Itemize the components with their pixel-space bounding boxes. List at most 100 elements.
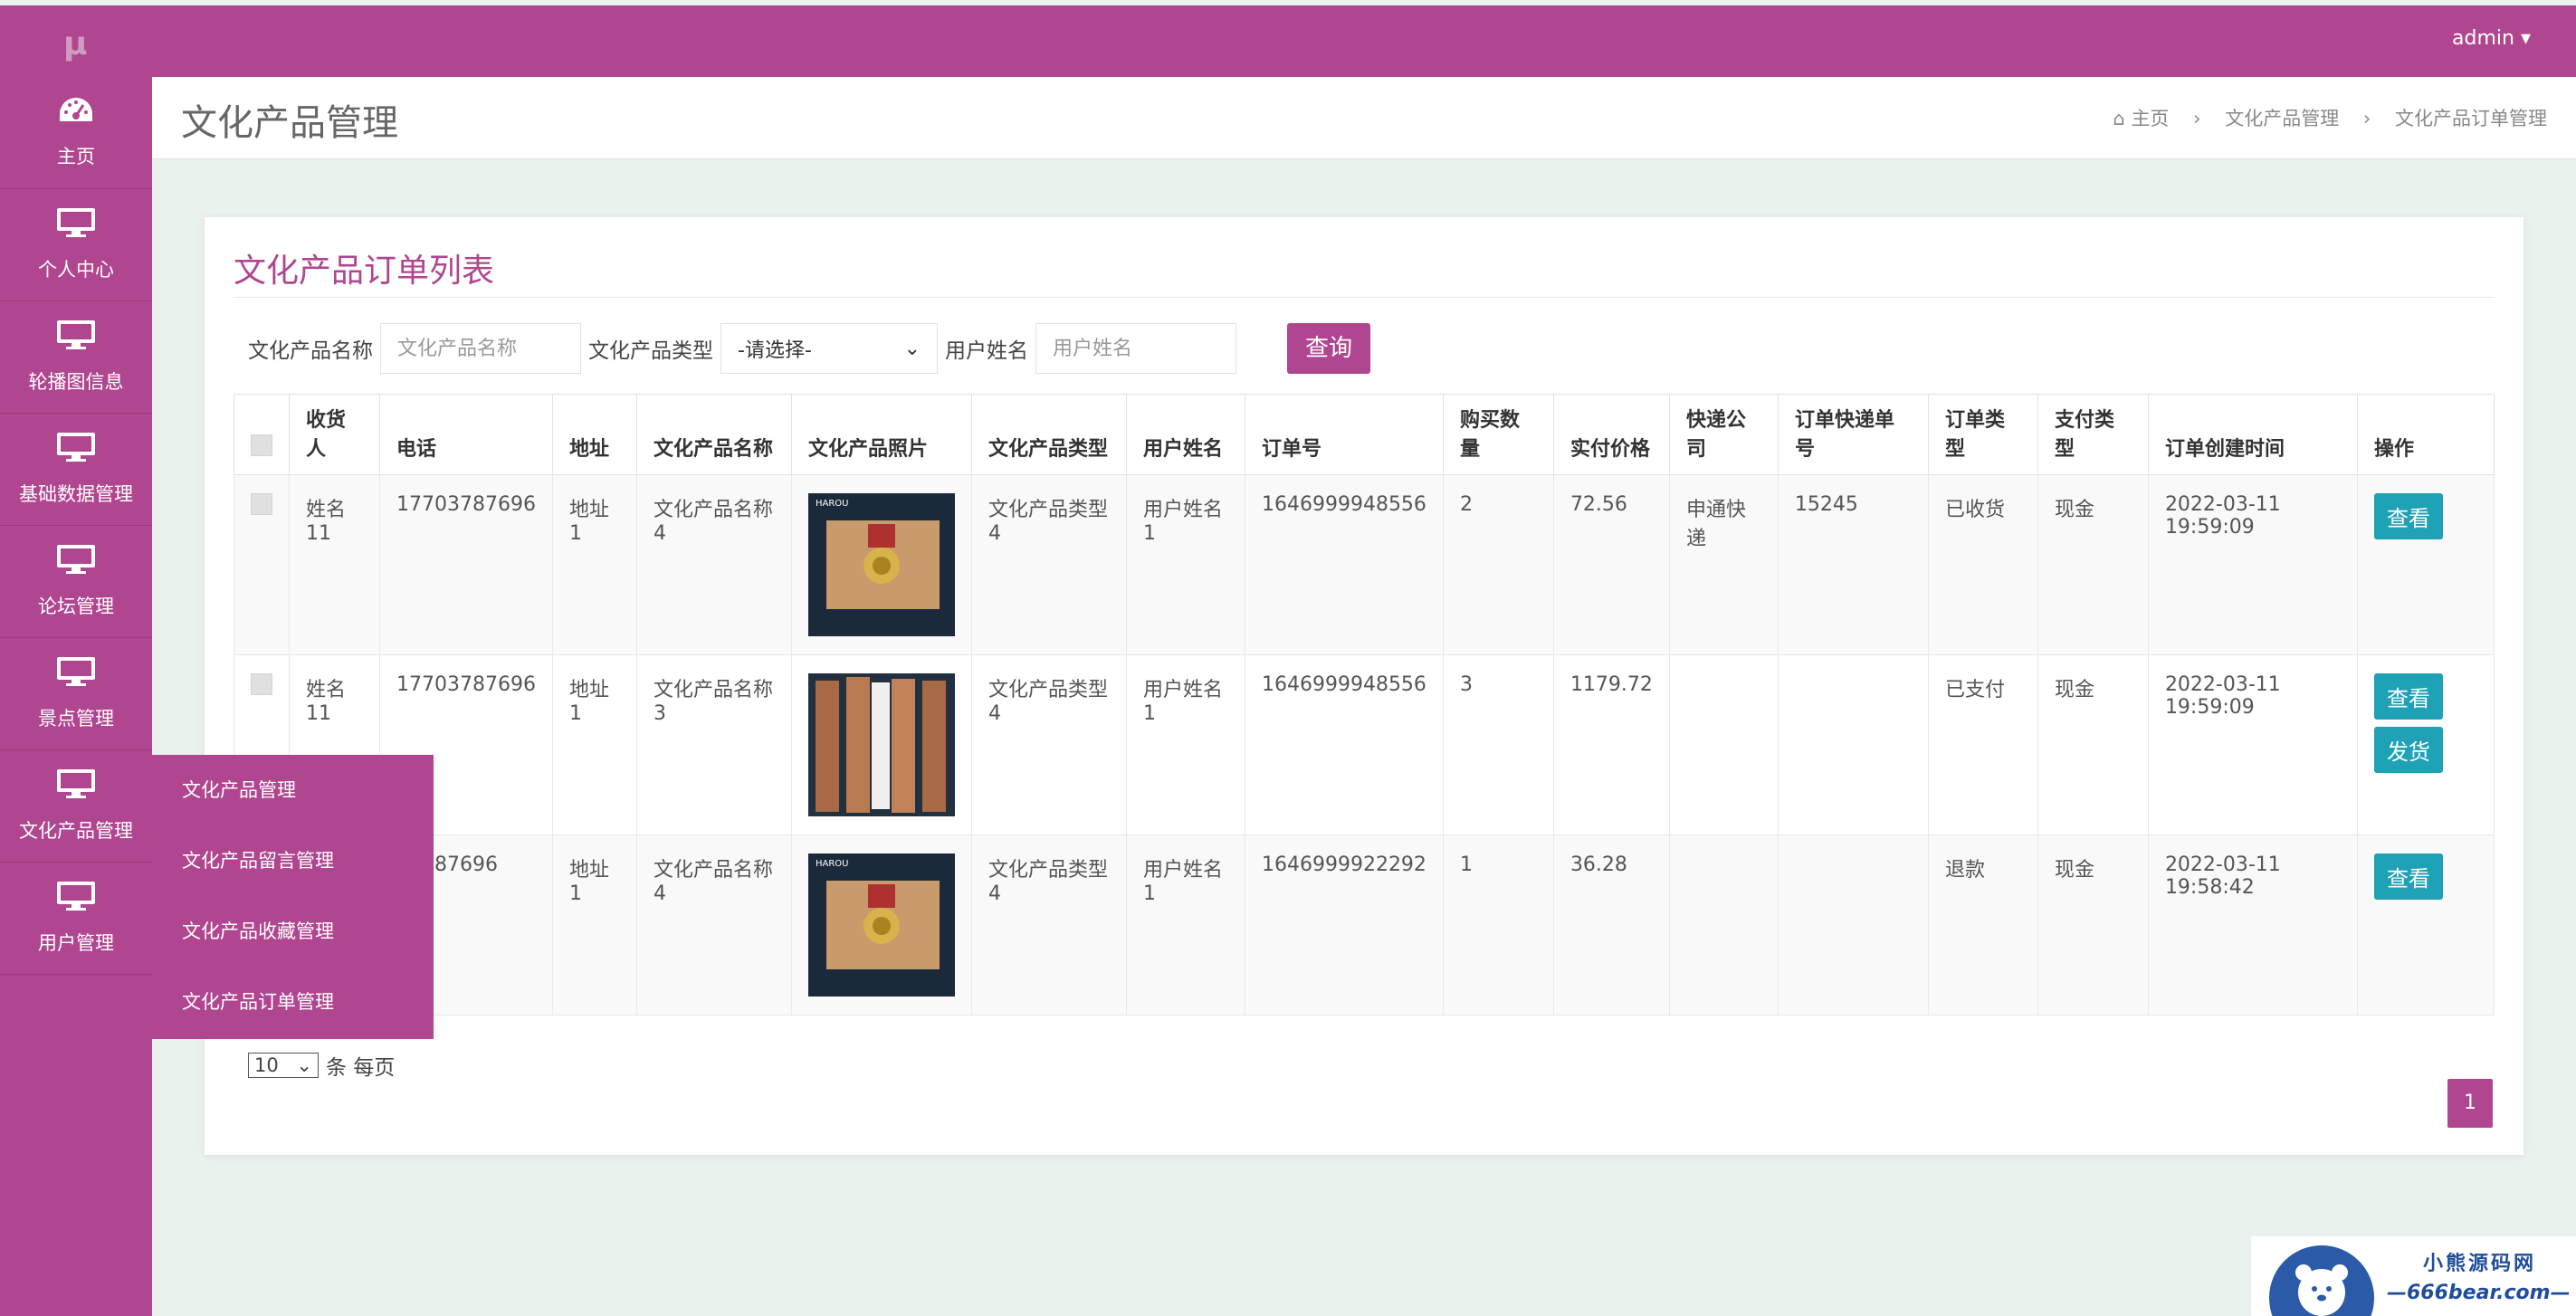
cell-price: 1179.72 (1552, 654, 1670, 835)
sidebar-item-basic-data[interactable]: 基础数据管理 (0, 414, 152, 526)
cell-quantity: 2 (1442, 474, 1554, 655)
user-name-input[interactable] (1035, 323, 1236, 374)
submenu-item-comments[interactable]: 文化产品留言管理 (152, 825, 434, 896)
product-name-input[interactable] (380, 323, 581, 374)
cell-actions: 查看 (2356, 474, 2495, 655)
cell-pay-type: 现金 (2037, 834, 2149, 1016)
cell-order-type: 退款 (1927, 834, 2038, 1016)
product-type-select[interactable]: -请选择- ⌄ (720, 323, 938, 374)
product-name-label: 文化产品名称 (248, 339, 373, 363)
page-size-suffix: 条 每页 (326, 1056, 396, 1080)
cultural-products-submenu: 文化产品管理 文化产品留言管理 文化产品收藏管理 文化产品订单管理 (152, 755, 434, 1039)
sidebar-item-label: 个人中心 (38, 259, 114, 281)
product-photo-medal[interactable]: HAROU (807, 493, 955, 636)
chevron-right-icon: › (2193, 108, 2201, 129)
select-all-header (234, 394, 290, 475)
col-address: 地址 (551, 394, 637, 475)
page-size-select[interactable]: 10 ⌄ (248, 1053, 319, 1078)
col-created-time: 订单创建时间 (2147, 394, 2358, 475)
home-icon: ⌂ (2113, 108, 2132, 129)
pagination-page-1[interactable]: 1 (2447, 1079, 2493, 1128)
table-row: 姓名11 17703787696 地址1 文化产品名称3 文化产品类型4 用户姓… (234, 654, 2495, 835)
table-row: 姓名11 17703787696 地址1 文化产品名称4 HAROU 文化产品类… (234, 474, 2495, 655)
col-tracking-no: 订单快递单号 (1777, 394, 1929, 475)
submenu-item-orders[interactable]: 文化产品订单管理 (152, 967, 434, 1037)
monitor-icon (56, 656, 96, 691)
col-product-type: 文化产品类型 (970, 394, 1127, 475)
bear-logo (2269, 1245, 2374, 1316)
table-row: 03787696 地址1 文化产品名称4 HAROU 文化产品类型4 用户姓名1… (234, 834, 2495, 1016)
page-header: 文化产品管理 ⌂ 主页 › 文化产品管理 › 文化产品订单管理 (152, 77, 2576, 159)
ship-button[interactable]: 发货 (2373, 727, 2443, 773)
row-select (234, 474, 290, 655)
cell-quantity: 3 (1442, 654, 1554, 835)
view-button[interactable]: 查看 (2373, 673, 2443, 720)
submenu-item-favorites[interactable]: 文化产品收藏管理 (152, 896, 434, 967)
cell-product-type: 文化产品类型4 (970, 654, 1127, 835)
user-name-label: 用户姓名 (945, 339, 1028, 363)
orders-table: 收货人 电话 地址 文化产品名称 文化产品照片 文化产品类型 用户姓名 订单号 … (234, 394, 2495, 1016)
cell-address: 地址1 (551, 834, 637, 1016)
col-express: 快递公司 (1668, 394, 1779, 475)
col-order-no: 订单号 (1244, 394, 1444, 475)
cell-pay-type: 现金 (2037, 474, 2149, 655)
cell-product-name: 文化产品名称4 (635, 834, 792, 1016)
col-quantity: 购买数量 (1442, 394, 1554, 475)
page-size-value: 10 (254, 1054, 279, 1076)
cell-created-time: 2022-03-11 19:58:42 (2147, 834, 2358, 1016)
product-photo-bookmarks[interactable] (807, 673, 955, 816)
sidebar-item-label: 论坛管理 (38, 596, 114, 617)
view-button[interactable]: 查看 (2373, 853, 2443, 900)
cell-receiver: 姓名11 (289, 474, 380, 655)
sidebar-item-label: 景点管理 (38, 708, 114, 730)
search-bar: 文化产品名称 文化产品类型 -请选择- ⌄ 用户姓名 查询 (248, 321, 1371, 376)
cell-order-no: 1646999948556 (1244, 474, 1444, 655)
cell-order-type: 已支付 (1927, 654, 2038, 835)
sidebar-item-carousel[interactable]: 轮播图信息 (0, 301, 152, 414)
sidebar-item-label: 基础数据管理 (19, 483, 133, 505)
cell-user-name: 用户姓名1 (1125, 654, 1245, 835)
admin-user-menu[interactable]: admin ▾ (2452, 27, 2531, 50)
sidebar-item-label: 轮播图信息 (28, 371, 124, 393)
monitor-icon (56, 768, 96, 804)
chevron-down-icon: ⌄ (903, 337, 921, 360)
cell-order-no: 1646999922292 (1244, 834, 1444, 1016)
sidebar-item-personal-center[interactable]: 个人中心 (0, 189, 152, 301)
breadcrumb-section[interactable]: 文化产品管理 (2225, 108, 2339, 129)
row-checkbox[interactable] (251, 493, 272, 515)
monitor-icon (56, 319, 96, 355)
page-title: 文化产品管理 (181, 102, 398, 144)
row-checkbox[interactable] (251, 673, 272, 695)
sidebar: 主页 个人中心 轮播图信息 基础数据管理 论坛管理 景点管理 文化产品管理 用户… (0, 77, 152, 1316)
cell-price: 72.56 (1552, 474, 1670, 655)
table-header-row: 收货人 电话 地址 文化产品名称 文化产品照片 文化产品类型 用户姓名 订单号 … (234, 394, 2495, 475)
cell-product-type: 文化产品类型4 (970, 834, 1127, 1016)
view-button[interactable]: 查看 (2373, 493, 2443, 539)
sidebar-item-forum[interactable]: 论坛管理 (0, 526, 152, 638)
col-receiver: 收货人 (289, 394, 380, 475)
sidebar-item-scenic-spots[interactable]: 景点管理 (0, 638, 152, 750)
cell-product-type: 文化产品类型4 (970, 474, 1127, 655)
cell-tracking-no: 15245 (1777, 474, 1929, 655)
select-all-checkbox[interactable] (251, 434, 272, 456)
sidebar-item-users[interactable]: 用户管理 (0, 863, 152, 975)
sidebar-item-cultural-products[interactable]: 文化产品管理 (0, 750, 152, 863)
col-product-photo: 文化产品照片 (790, 394, 972, 475)
cell-created-time: 2022-03-11 19:59:09 (2147, 474, 2358, 655)
sidebar-item-label: 用户管理 (38, 932, 114, 954)
sidebar-item-home[interactable]: 主页 (0, 77, 152, 189)
product-photo-medal[interactable]: HAROU (807, 853, 955, 997)
submenu-item-products[interactable]: 文化产品管理 (152, 755, 434, 825)
watermark-url: —666bear.com— (2387, 1282, 2571, 1304)
cell-phone: 17703787696 (379, 474, 553, 655)
product-type-value: -请选择- (738, 339, 812, 362)
page-size-control: 10 ⌄ 条 每页 (248, 1050, 395, 1081)
monitor-icon (56, 432, 96, 467)
cell-product-photo (790, 654, 972, 835)
cell-product-name: 文化产品名称3 (635, 654, 792, 835)
query-button[interactable]: 查询 (1287, 323, 1371, 374)
cell-tracking-no (1777, 834, 1929, 1016)
breadcrumb: ⌂ 主页 › 文化产品管理 › 文化产品订单管理 (2113, 104, 2547, 131)
cell-address: 地址1 (551, 474, 637, 655)
breadcrumb-home[interactable]: 主页 (2131, 108, 2169, 129)
